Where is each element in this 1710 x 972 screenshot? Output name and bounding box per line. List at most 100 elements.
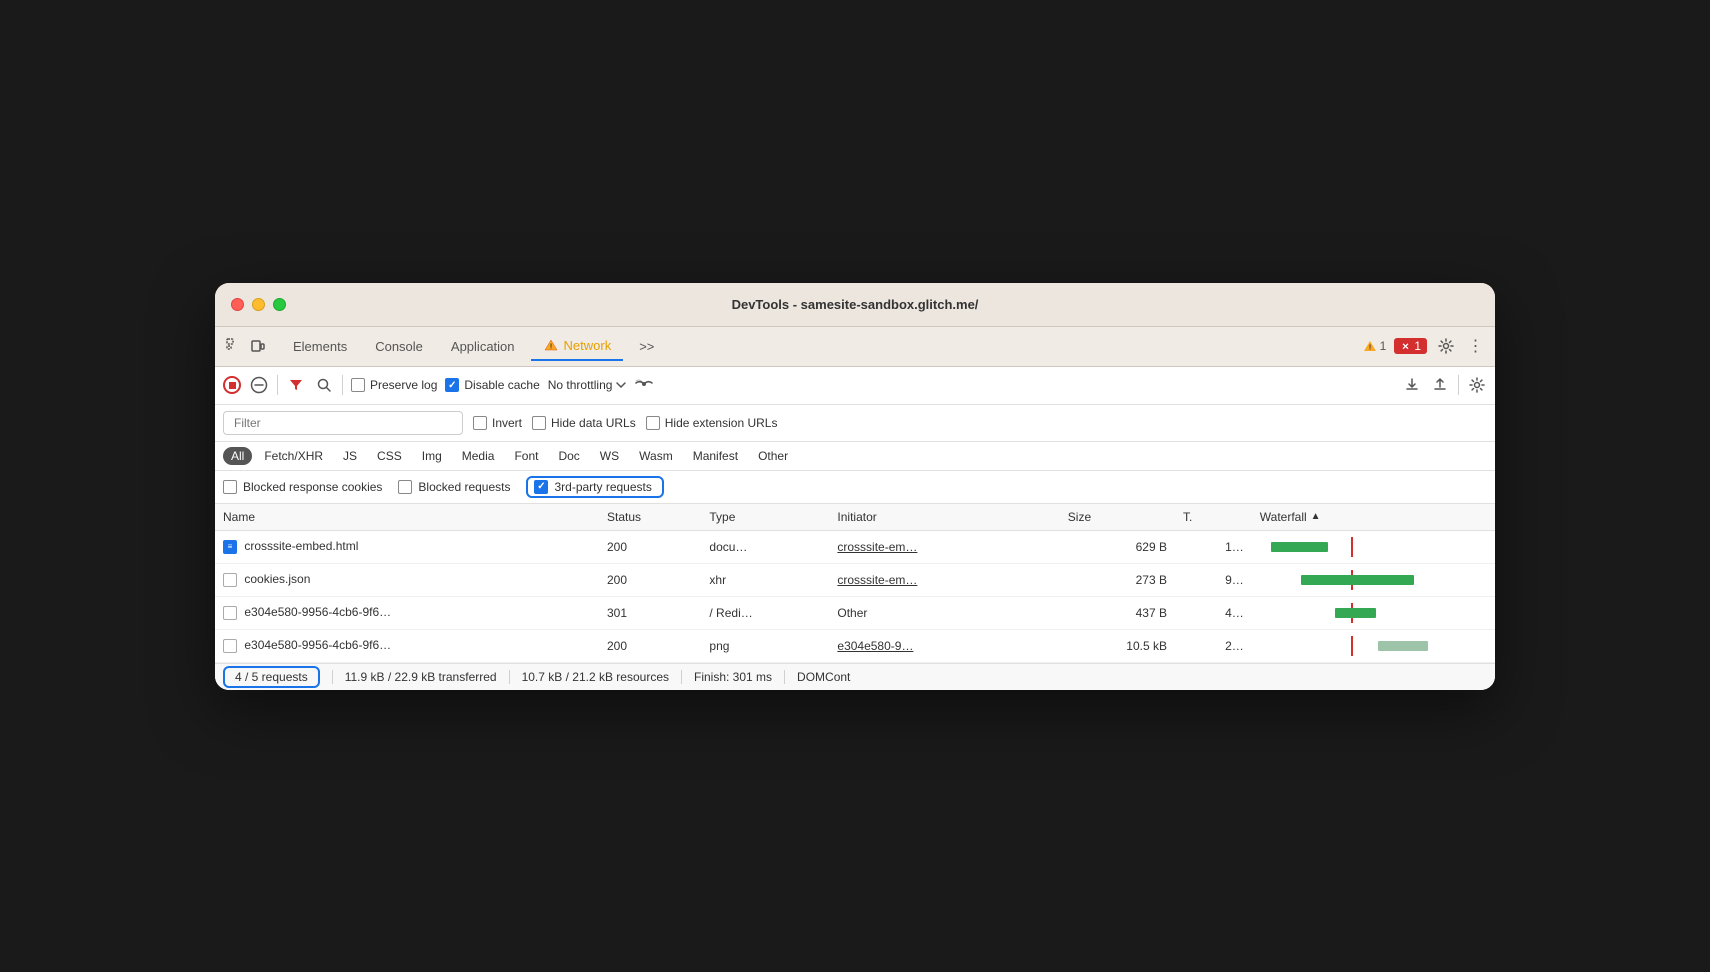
type-filter-doc[interactable]: Doc — [550, 447, 587, 465]
svg-text:✕: ✕ — [1402, 341, 1410, 351]
svg-text:!: ! — [1368, 345, 1370, 352]
doc-icon: ≡ — [223, 540, 237, 554]
separator-3 — [1458, 375, 1459, 395]
type-filter-manifest[interactable]: Manifest — [685, 447, 746, 465]
filter-icon[interactable] — [286, 375, 306, 395]
type-filter-font[interactable]: Font — [506, 447, 546, 465]
empty-icon — [223, 606, 237, 620]
row-2-type: xhr — [701, 563, 829, 596]
error-badge[interactable]: ✕ 1 — [1394, 338, 1427, 354]
invert-checkbox[interactable] — [473, 416, 487, 430]
clear-button[interactable] — [249, 375, 269, 395]
blocked-requests-option[interactable]: Blocked requests — [398, 480, 510, 494]
preserve-log-label[interactable]: Preserve log — [351, 378, 437, 392]
col-header-size[interactable]: Size — [1060, 504, 1175, 531]
export-icon[interactable] — [1430, 375, 1450, 395]
row-2-status: 200 — [599, 563, 701, 596]
minimize-button[interactable] — [252, 298, 265, 311]
blocked-bar: Blocked response cookies Blocked request… — [215, 471, 1495, 504]
type-filter-all[interactable]: All — [223, 447, 252, 465]
disable-cache-label[interactable]: Disable cache — [445, 378, 539, 392]
row-2-time: 9… — [1175, 563, 1252, 596]
row-4-status: 200 — [599, 629, 701, 662]
empty-icon — [223, 573, 237, 587]
stop-recording-button[interactable] — [223, 376, 241, 394]
blocked-requests-checkbox[interactable] — [398, 480, 412, 494]
col-header-waterfall[interactable]: Waterfall ▲ — [1252, 504, 1495, 531]
settings-icon[interactable] — [1435, 335, 1457, 357]
hide-ext-urls-checkbox[interactable] — [646, 416, 660, 430]
hide-data-urls-option[interactable]: Hide data URLs — [532, 416, 636, 430]
finish-time: Finish: 301 ms — [682, 670, 785, 684]
blocked-response-cookies-checkbox[interactable] — [223, 480, 237, 494]
network-warning-icon: ! — [543, 338, 559, 352]
row-2-initiator[interactable]: crosssite-em… — [829, 563, 1059, 596]
inspector-icon[interactable] — [223, 335, 245, 357]
devtools-left-icons — [223, 335, 269, 357]
warning-badge[interactable]: ! 1 — [1363, 339, 1387, 353]
type-filter-ws[interactable]: WS — [592, 447, 627, 465]
type-filter-wasm[interactable]: Wasm — [631, 447, 681, 465]
row-4-type: png — [701, 629, 829, 662]
hide-data-urls-checkbox[interactable] — [532, 416, 546, 430]
row-1-name: ≡ crosssite-embed.html — [215, 530, 599, 563]
table-row[interactable]: e304e580-9956-4cb6-9f6… 200 png e304e580… — [215, 629, 1495, 662]
third-party-checkbox[interactable] — [534, 480, 548, 494]
network-table-body: ≡ crosssite-embed.html 200 docu… crosssi… — [215, 530, 1495, 662]
tab-more[interactable]: >> — [627, 333, 666, 360]
row-3-waterfall — [1252, 596, 1495, 629]
network-toolbar: Preserve log Disable cache No throttling — [215, 367, 1495, 405]
disable-cache-checkbox[interactable] — [445, 378, 459, 392]
type-filter-media[interactable]: Media — [454, 447, 503, 465]
row-1-type: docu… — [701, 530, 829, 563]
throttle-dropdown-icon — [616, 382, 626, 388]
table-row[interactable]: e304e580-9956-4cb6-9f6… 301 / Redi… Othe… — [215, 596, 1495, 629]
type-filter-other[interactable]: Other — [750, 447, 796, 465]
status-bar: 4 / 5 requests 11.9 kB / 22.9 kB transfe… — [215, 663, 1495, 690]
tab-elements[interactable]: Elements — [281, 333, 359, 360]
hide-ext-urls-option[interactable]: Hide extension URLs — [646, 416, 778, 430]
throttle-select[interactable]: No throttling — [548, 378, 627, 392]
type-filter-img[interactable]: Img — [414, 447, 450, 465]
empty-icon — [223, 639, 237, 653]
more-options-icon[interactable]: ⋮ — [1465, 335, 1487, 357]
tab-application[interactable]: Application — [439, 333, 527, 360]
row-1-time: 1… — [1175, 530, 1252, 563]
network-conditions-icon[interactable] — [634, 375, 654, 395]
col-header-type[interactable]: Type — [701, 504, 829, 531]
blocked-response-cookies-option[interactable]: Blocked response cookies — [223, 480, 382, 494]
window-title: DevTools - samesite-sandbox.glitch.me/ — [732, 297, 979, 312]
maximize-button[interactable] — [273, 298, 286, 311]
type-filter-css[interactable]: CSS — [369, 447, 410, 465]
row-3-time: 4… — [1175, 596, 1252, 629]
close-button[interactable] — [231, 298, 244, 311]
preserve-log-checkbox[interactable] — [351, 378, 365, 392]
col-header-initiator[interactable]: Initiator — [829, 504, 1059, 531]
tab-network[interactable]: ! Network — [531, 332, 624, 361]
tab-console[interactable]: Console — [363, 333, 435, 360]
row-4-initiator[interactable]: e304e580-9… — [829, 629, 1059, 662]
third-party-requests-option[interactable]: 3rd-party requests — [526, 476, 663, 498]
row-1-waterfall — [1252, 530, 1495, 563]
row-3-status: 301 — [599, 596, 701, 629]
row-4-size: 10.5 kB — [1060, 629, 1175, 662]
col-header-status[interactable]: Status — [599, 504, 701, 531]
type-filter-bar: All Fetch/XHR JS CSS Img Media Font Doc … — [215, 442, 1495, 471]
search-icon[interactable] — [314, 375, 334, 395]
network-table-container: Name Status Type Initiator Size — [215, 504, 1495, 663]
type-filter-js[interactable]: JS — [335, 447, 365, 465]
sort-arrow-icon: ▲ — [1311, 511, 1321, 522]
table-header-row: Name Status Type Initiator Size — [215, 504, 1495, 531]
col-header-name[interactable]: Name — [215, 504, 599, 531]
settings-toolbar-icon[interactable] — [1467, 375, 1487, 395]
type-filter-fetch[interactable]: Fetch/XHR — [256, 447, 331, 465]
row-1-initiator[interactable]: crosssite-em… — [829, 530, 1059, 563]
invert-option[interactable]: Invert — [473, 416, 522, 430]
table-row[interactable]: cookies.json 200 xhr crosssite-em… 273 B — [215, 563, 1495, 596]
device-toolbar-icon[interactable] — [247, 335, 269, 357]
filter-input[interactable] — [223, 411, 463, 435]
import-icon[interactable] — [1402, 375, 1422, 395]
col-header-time[interactable]: T. — [1175, 504, 1252, 531]
table-row[interactable]: ≡ crosssite-embed.html 200 docu… crosssi… — [215, 530, 1495, 563]
titlebar: DevTools - samesite-sandbox.glitch.me/ — [215, 283, 1495, 327]
